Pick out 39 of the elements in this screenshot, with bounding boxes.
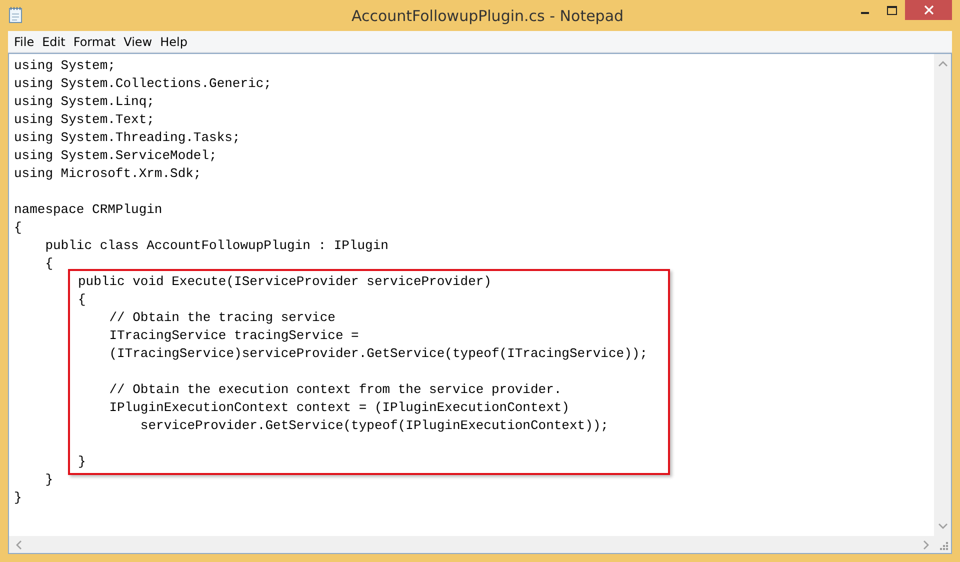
maximize-icon: [886, 6, 896, 14]
code-line: public class AccountFollowupPlugin : IPlugin: [44, 238, 388, 253]
code-line: {: [78, 292, 86, 307]
notepad-icon: [8, 6, 24, 24]
code-line: {: [44, 256, 54, 271]
code-line: {: [14, 220, 22, 235]
code-line: // Obtain the tracing service: [108, 310, 336, 325]
code-line: public void Execute(IServiceProvider serviceProvider): [78, 274, 492, 289]
menu-item[interactable]: Format: [69, 34, 120, 48]
code-line: }: [14, 490, 22, 505]
code-line: }: [78, 454, 86, 469]
menu-item[interactable]: Edit: [38, 34, 70, 48]
window-title: AccountFollowupPlugin.cs - Notepad: [351, 7, 624, 25]
code-line: using System.Text;: [14, 112, 154, 127]
scroll-right-icon[interactable]: [923, 540, 929, 550]
code-line: using System.Collections.Generic;: [14, 76, 272, 91]
code-line: using System.ServiceModel;: [14, 148, 217, 163]
code-line: using Microsoft.Xrm.Sdk;: [14, 166, 202, 181]
menu-item[interactable]: Help: [156, 34, 192, 48]
vertical-scrollbar[interactable]: [934, 54, 951, 536]
menu-item[interactable]: View: [120, 34, 156, 48]
scroll-down-icon[interactable]: [938, 523, 948, 529]
code-line: using System;: [14, 58, 116, 73]
code-line: serviceProvider.GetService(typeof(IPluginExecutionContext));: [139, 418, 608, 433]
code-line: using System.Threading.Tasks;: [14, 130, 240, 145]
code-line: ITracingService tracingService =: [108, 328, 359, 343]
code-line: using System.Linq;: [14, 94, 154, 109]
scroll-left-icon[interactable]: [16, 540, 22, 550]
code-line: }: [44, 472, 54, 487]
resize-grip-icon[interactable]: [940, 542, 948, 550]
scroll-up-icon[interactable]: [938, 61, 948, 67]
close-icon: [924, 5, 934, 15]
code-line: IPluginExecutionContext context = (IPluginExecutionContext): [108, 400, 570, 415]
menu-item[interactable]: File: [10, 34, 38, 48]
code-line: (ITracingService)serviceProvider.GetService(typeof(ITracingService));: [108, 346, 648, 361]
minimize-icon: [860, 12, 868, 14]
close-button[interactable]: [905, 0, 952, 20]
code-line: namespace CRMPlugin: [14, 202, 162, 217]
code-line: // Obtain the execution context from the service provider.: [108, 382, 562, 397]
